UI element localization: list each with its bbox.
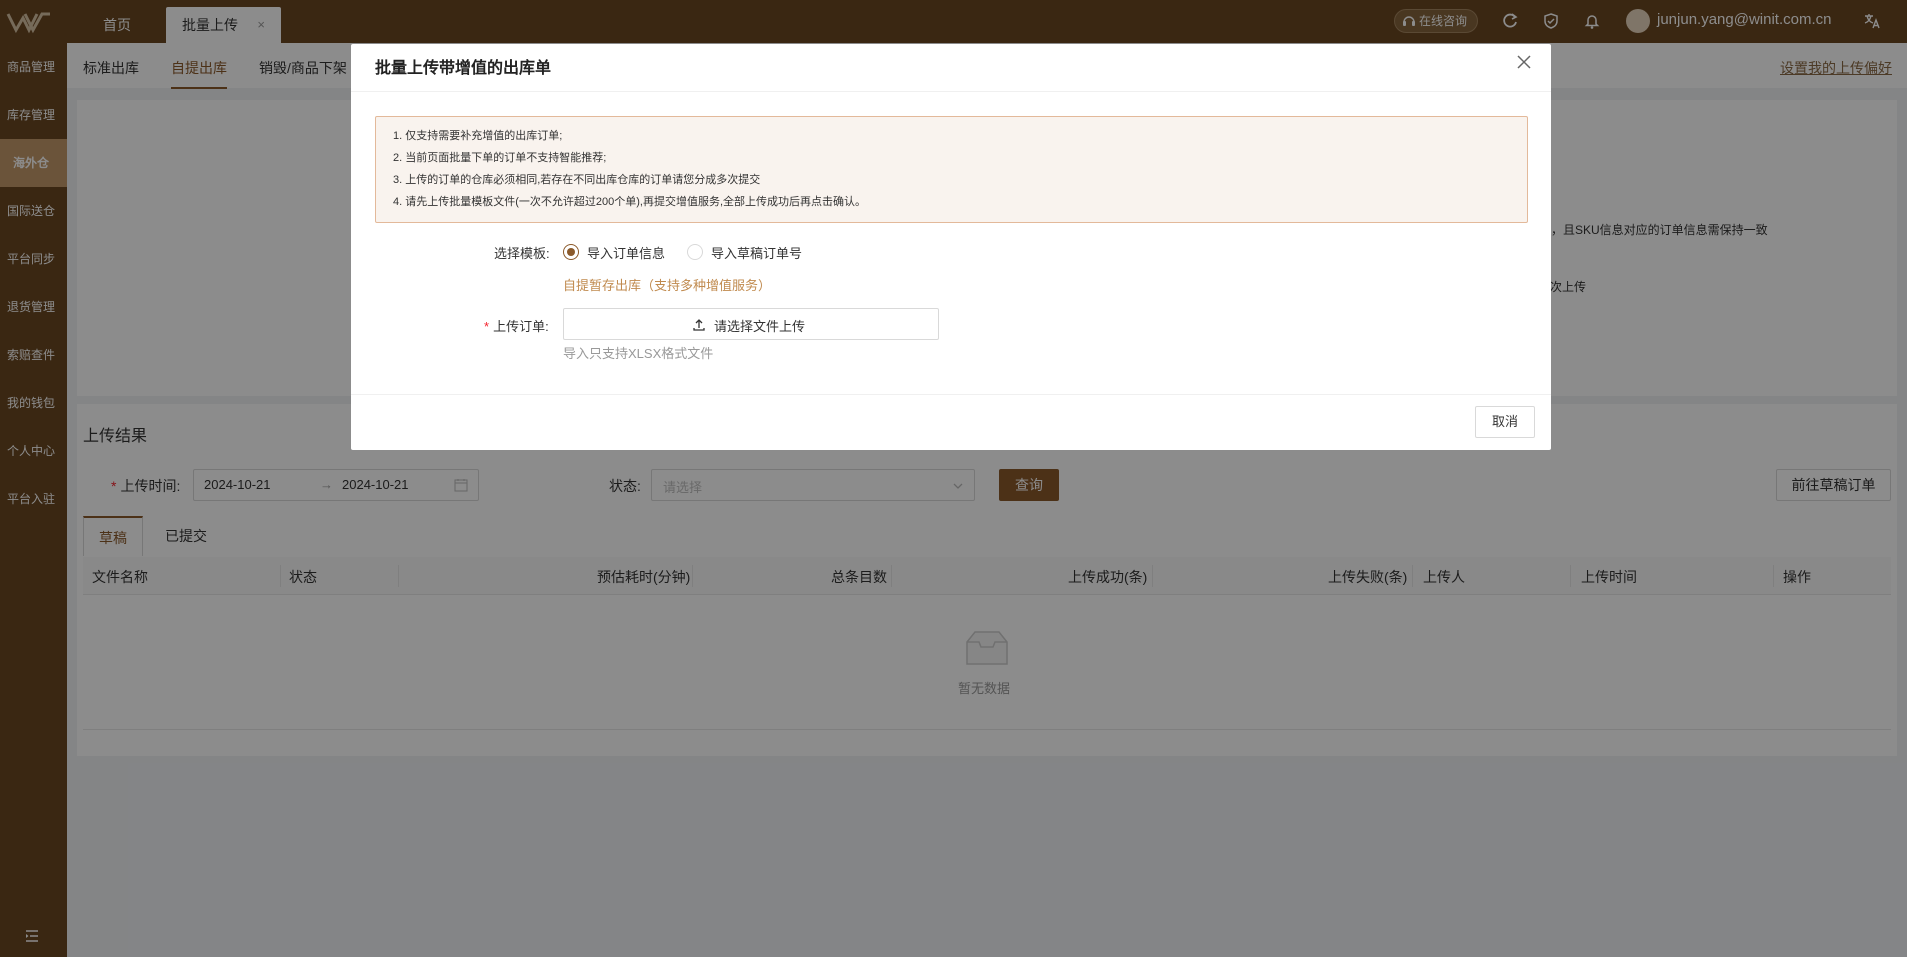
batch-upload-modal: 批量上传带增值的出库单 1. 仅支持需要补充增值的出库订单; 2. 当前页面批量…	[351, 44, 1551, 450]
notice-line: 2. 当前页面批量下单的订单不支持智能推荐;	[393, 152, 607, 164]
template-label: 选择模板:	[494, 246, 550, 261]
template-download-link[interactable]: 自提暂存出库（支持多种增值服务）	[563, 275, 771, 294]
upload-order-label: * 上传订单:	[484, 319, 549, 334]
radio-import-order-info[interactable]	[563, 244, 579, 260]
upload-file-label: 请选择文件上传	[714, 319, 806, 334]
notice-line: 3. 上传的订单的仓库必须相同,若存在不同出库仓库的订单请您分成多次提交	[393, 174, 761, 186]
notice-line: 1. 仅支持需要补充增值的出库订单;	[393, 130, 563, 142]
notice-box: 1. 仅支持需要补充增值的出库订单; 2. 当前页面批量下单的订单不支持智能推荐…	[375, 116, 1528, 223]
modal-title: 批量上传带增值的出库单	[375, 60, 552, 77]
radio-import-order-info-label[interactable]: 导入订单信息	[587, 243, 665, 262]
radio-import-draft-order-no-label[interactable]: 导入草稿订单号	[711, 243, 802, 262]
modal-footer: 取消	[351, 394, 1551, 450]
upload-format-hint: 导入只支持XLSX格式文件	[563, 346, 714, 361]
modal-header: 批量上传带增值的出库单	[351, 44, 1551, 92]
upload-icon	[693, 319, 705, 331]
upload-file-button[interactable]: 请选择文件上传	[563, 308, 939, 340]
radio-import-draft-order-no[interactable]	[687, 244, 703, 260]
close-icon[interactable]	[1515, 53, 1533, 71]
cancel-button[interactable]: 取消	[1475, 406, 1535, 438]
notice-line: 4. 请先上传批量模板文件(一次不允许超过200个单),再提交增值服务,全部上传…	[393, 196, 867, 208]
